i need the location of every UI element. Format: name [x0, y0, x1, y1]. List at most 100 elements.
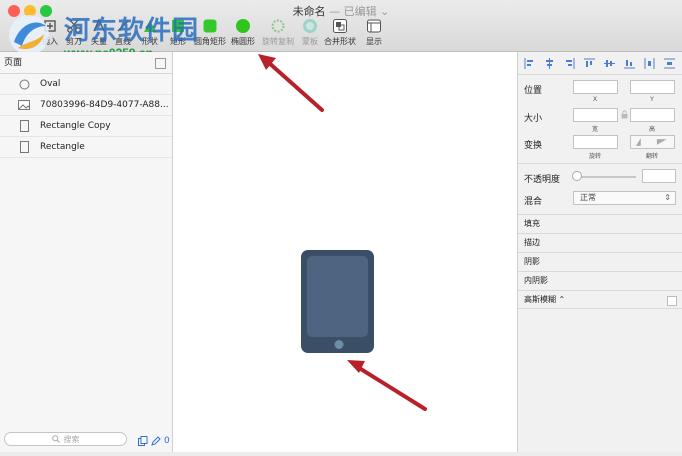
- rounded-rect-icon: [203, 19, 217, 33]
- copy-icon[interactable]: [138, 436, 148, 446]
- align-right-icon[interactable]: [564, 58, 575, 69]
- flip-vertical-icon[interactable]: [653, 136, 675, 148]
- canvas-drawing: [301, 250, 427, 411]
- opacity-slider-thumb[interactable]: [572, 171, 582, 181]
- border-section[interactable]: 描边: [518, 233, 682, 252]
- toolbar-label: 显示: [366, 37, 382, 46]
- section-label: 填充: [524, 219, 540, 228]
- rotate-copy-icon: [271, 19, 285, 33]
- rectangle-layer-icon: [18, 141, 30, 153]
- position-y-field[interactable]: [630, 80, 675, 94]
- align-left-icon[interactable]: [524, 58, 535, 69]
- vector-icon: [93, 18, 105, 32]
- distribute-horizontal-icon[interactable]: [644, 58, 655, 69]
- layer-name: 70803996-84D9-4077-A88...: [40, 100, 169, 110]
- search-placeholder: 搜索: [63, 434, 80, 444]
- layer-name: Oval: [40, 79, 61, 89]
- position-label: 位置: [524, 86, 543, 96]
- section-label: 内阴影: [524, 276, 548, 285]
- inspector-panel: 位置 X Y 大小 宽 高 变换 旋转 翻转 不透明度 混合 正常 ⇕ 填充 描…: [517, 52, 682, 452]
- transform-label: 变换: [524, 141, 543, 151]
- size-width-field[interactable]: [573, 108, 618, 122]
- toolbar-label: 圆角矩形: [194, 37, 226, 46]
- layer-item[interactable]: Rectangle: [0, 137, 172, 158]
- section-label: 高斯模糊 ⌃: [524, 295, 566, 304]
- position-y-label: Y: [650, 96, 654, 103]
- size-height-field[interactable]: [630, 108, 675, 122]
- toolbar-rounded-rect-button[interactable]: 圆角矩形: [193, 18, 227, 50]
- search-icon: [51, 435, 60, 443]
- align-middle-vertical-icon[interactable]: [604, 58, 615, 69]
- layer-name: Rectangle Copy: [40, 121, 111, 131]
- toolbar-display-button[interactable]: 显示: [357, 18, 391, 50]
- combine-shapes-icon: [333, 19, 347, 33]
- layer-name: Rectangle: [40, 142, 85, 152]
- document-name: 未命名: [292, 5, 326, 18]
- section-label: 描边: [524, 238, 540, 247]
- inner-shadow-section[interactable]: 内阴影: [518, 271, 682, 290]
- inspector-divider: [518, 163, 682, 164]
- fill-section[interactable]: 填充: [518, 214, 682, 233]
- layer-item[interactable]: Oval: [0, 74, 172, 95]
- layer-search-input[interactable]: 搜索: [4, 432, 127, 446]
- annotation-arrow: [347, 360, 427, 411]
- opacity-slider-track[interactable]: [574, 176, 636, 178]
- rotate-field[interactable]: [573, 135, 618, 149]
- alignment-toolbar: [518, 52, 682, 75]
- flip-label: 翻转: [645, 153, 658, 160]
- device-home-button: [334, 340, 344, 349]
- edit-pen-icon[interactable]: [151, 436, 161, 446]
- pages-header-label: 页面: [4, 58, 23, 68]
- opacity-field[interactable]: [642, 169, 676, 183]
- distribute-vertical-icon[interactable]: [664, 58, 675, 69]
- rectangle-layer-icon: [18, 120, 30, 132]
- flip-control[interactable]: [630, 135, 675, 149]
- pages-header[interactable]: 页面: [0, 52, 172, 74]
- size-label: 大小: [524, 114, 543, 124]
- device-screen: [307, 256, 368, 337]
- position-x-label: X: [592, 96, 598, 103]
- align-top-icon[interactable]: [584, 58, 595, 69]
- section-label: 阴影: [524, 257, 540, 266]
- layer-item[interactable]: 70803996-84D9-4077-A88...: [0, 95, 172, 116]
- toolbar-rectangle-button[interactable]: 矩形: [161, 18, 195, 50]
- blend-mode-select[interactable]: 正常 ⇕: [573, 191, 676, 205]
- scissors-icon: [67, 19, 81, 33]
- oval-layer-icon: [18, 78, 30, 90]
- oval-icon: [236, 19, 250, 33]
- line-icon: [117, 20, 129, 32]
- design-canvas[interactable]: [173, 52, 517, 452]
- rectangle-icon: [172, 20, 184, 32]
- toolbar-annotation-arrow: [258, 54, 324, 112]
- document-title: 未命名 — 已编辑 ⌄: [0, 3, 682, 19]
- blur-toggle-checkbox[interactable]: [667, 296, 677, 306]
- size-height-label: 高: [648, 126, 655, 133]
- chevron-down-icon[interactable]: ⌄: [380, 5, 389, 18]
- opacity-label: 不透明度: [524, 175, 561, 185]
- selection-count: 0: [164, 436, 170, 446]
- shape-icon: [144, 20, 156, 32]
- layer-panel-bottom-icons: 0: [138, 436, 170, 446]
- gaussian-blur-section[interactable]: 高斯模糊 ⌃: [518, 290, 682, 309]
- add-page-icon[interactable]: [155, 58, 166, 69]
- layer-item[interactable]: Rectangle Copy: [0, 116, 172, 137]
- align-center-horizontal-icon[interactable]: [544, 58, 555, 69]
- blend-label: 混合: [524, 197, 543, 207]
- layers-panel: 页面 Oval 70803996-84D9-4077-A88... Rectan…: [0, 52, 173, 452]
- window-titlebar: 未命名 — 已编辑 ⌄ 插入 剪刀 矢量 直线 形状 矩形 圆角矩形 椭圆形 旋…: [0, 0, 682, 52]
- insert-icon: [44, 20, 56, 32]
- tablet-device-group[interactable]: [301, 250, 374, 353]
- mask-icon: [303, 19, 317, 33]
- rotate-label: 旋转: [588, 153, 601, 160]
- shadow-section[interactable]: 阴影: [518, 252, 682, 271]
- image-layer-icon: [18, 99, 30, 111]
- document-status: — 已编辑: [329, 5, 377, 18]
- position-x-field[interactable]: [573, 80, 618, 94]
- toolbar-label: 矩形: [170, 37, 186, 46]
- blend-mode-value: 正常: [580, 193, 596, 202]
- lock-icon[interactable]: [621, 110, 628, 119]
- align-bottom-icon[interactable]: [624, 58, 635, 69]
- select-arrows-icon: ⇕: [664, 193, 671, 202]
- size-width-label: 宽: [591, 126, 598, 133]
- flip-horizontal-icon[interactable]: [631, 136, 653, 148]
